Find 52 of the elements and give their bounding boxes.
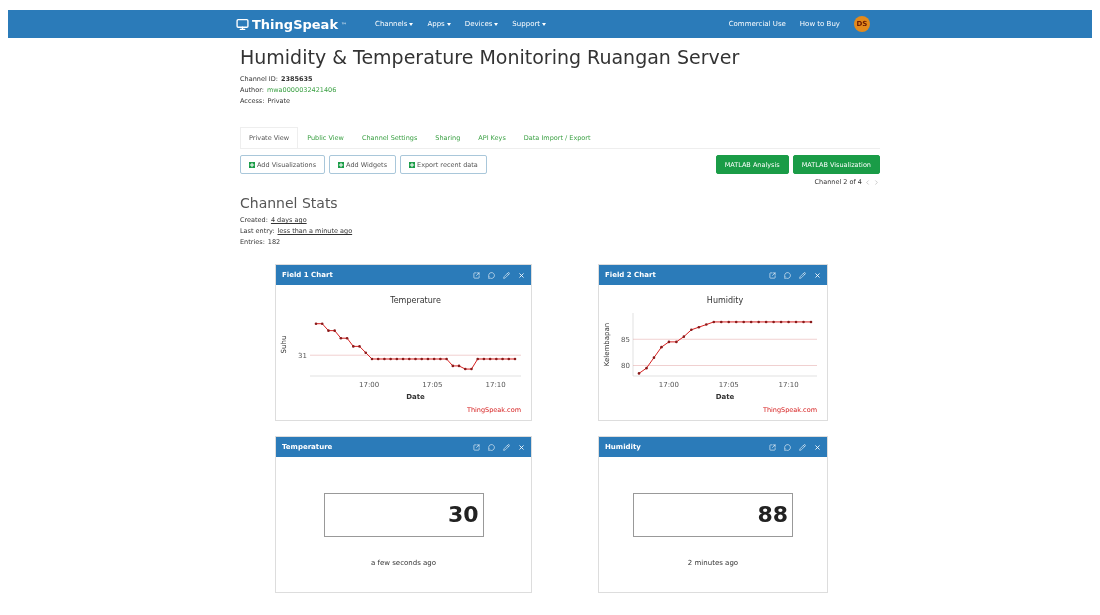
data-point [794, 320, 798, 324]
data-point [742, 320, 745, 324]
chart-title: Humidity [706, 296, 744, 305]
plus-icon [249, 161, 255, 168]
open-external-icon[interactable] [769, 271, 776, 279]
close-icon[interactable] [814, 443, 821, 451]
comment-icon[interactable] [488, 271, 495, 279]
data-point [719, 320, 723, 324]
data-point [772, 320, 775, 324]
data-point [727, 320, 731, 324]
data-point [787, 320, 790, 324]
data-point [690, 328, 693, 332]
data-point [779, 320, 783, 324]
close-icon[interactable] [518, 271, 525, 279]
data-point [652, 356, 656, 359]
comment-icon[interactable] [488, 443, 495, 451]
edit-icon[interactable] [503, 443, 510, 451]
data-point [645, 366, 648, 370]
chart-title: Temperature [390, 296, 441, 305]
open-external-icon[interactable] [769, 443, 776, 451]
edit-icon[interactable] [503, 271, 510, 279]
section-heading: Channel Stats [240, 195, 339, 211]
data-point [660, 345, 663, 349]
data-point [757, 320, 760, 324]
data-point [667, 340, 671, 344]
open-external-icon[interactable] [473, 443, 480, 451]
plus-icon [409, 161, 416, 168]
comment-icon[interactable] [784, 271, 791, 279]
data-point [809, 320, 813, 324]
previous-icon[interactable] [864, 178, 871, 186]
value-display: 88 [633, 492, 793, 537]
data-point [712, 320, 716, 324]
data-point [637, 372, 641, 375]
data-point [734, 320, 738, 324]
data-point [705, 323, 708, 326]
open-external-icon[interactable] [473, 271, 480, 279]
data-point [764, 320, 768, 324]
next-icon[interactable] [873, 178, 880, 186]
brand-logo[interactable]: ThingSpeak $^{™}$ [236, 16, 348, 32]
plus-icon [338, 161, 345, 168]
value-display: 30 [323, 492, 484, 537]
close-icon[interactable] [518, 443, 525, 451]
edit-icon[interactable] [799, 443, 806, 451]
data-point [675, 340, 678, 344]
close-icon[interactable] [814, 271, 821, 279]
comment-icon[interactable] [784, 443, 791, 451]
edit-icon[interactable] [799, 271, 806, 279]
data-point [749, 320, 753, 324]
data-point [682, 335, 686, 338]
channel-title: Humidity & Temperature Monitoring Ruangan Server [240, 46, 741, 68]
data-point [802, 320, 805, 324]
data-point [697, 325, 701, 329]
